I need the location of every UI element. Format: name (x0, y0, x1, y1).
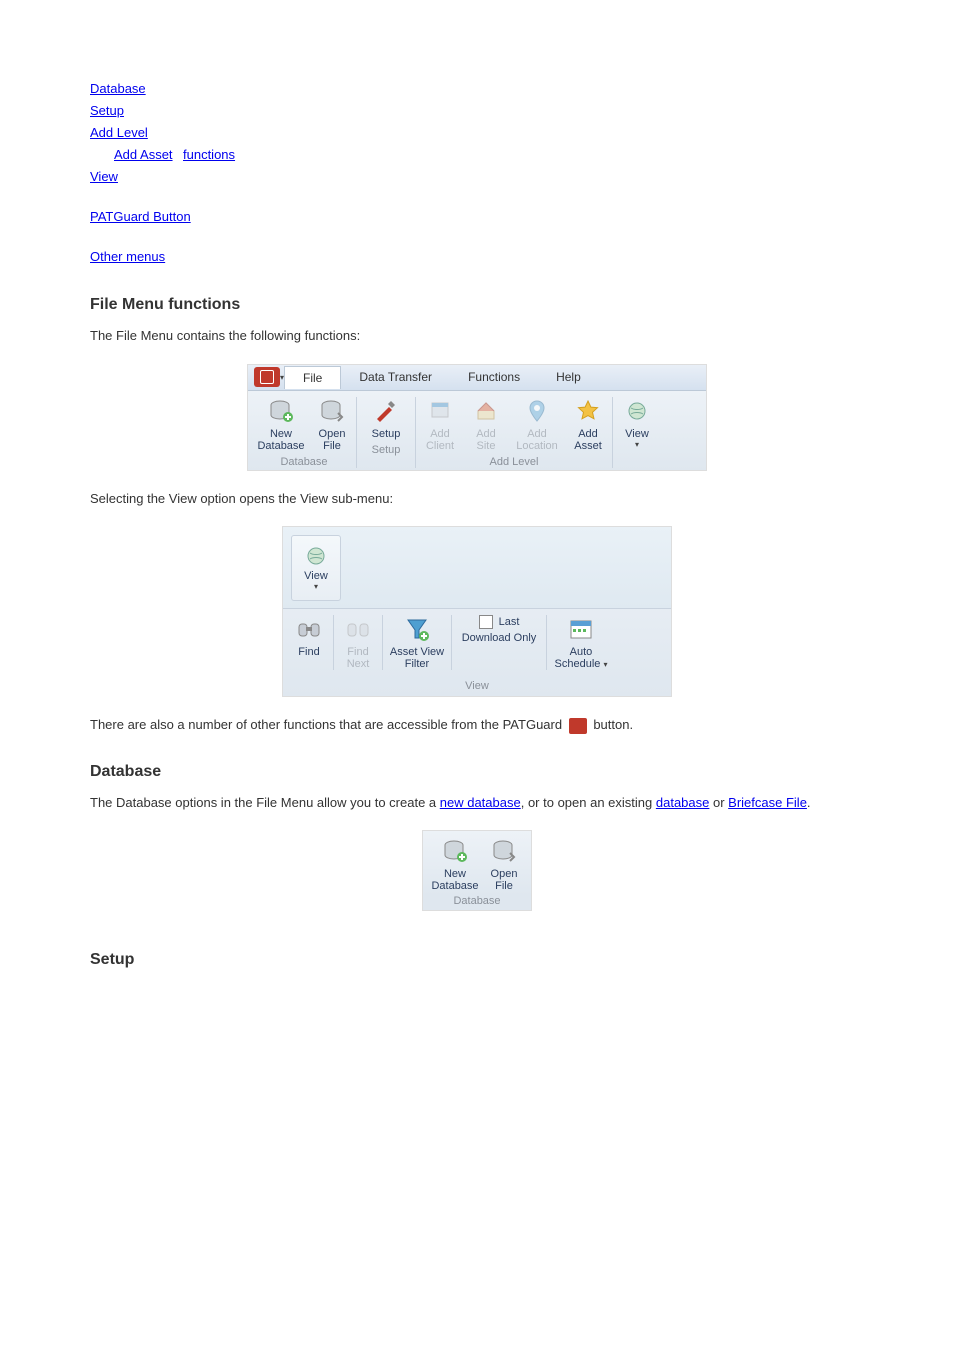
toc-link-patguard-button[interactable]: PATGuard Button (90, 209, 191, 224)
link-new-database[interactable]: new database (440, 795, 521, 810)
toc-link-database[interactable]: Database (90, 81, 146, 96)
view-button[interactable]: View ▾ (617, 397, 657, 449)
new-database-button[interactable]: New Database (256, 397, 306, 452)
location-pin-icon (522, 397, 552, 425)
binoculars-next-icon (343, 615, 373, 643)
tab-help[interactable]: Help (538, 366, 599, 389)
binoculars-icon (294, 615, 324, 643)
chevron-down-icon: ▾ (603, 660, 607, 669)
database-plus-icon (440, 837, 470, 865)
last-download-only-toggle[interactable]: Last Download Only (456, 615, 542, 670)
file-menu-functions-text: The File Menu contains the following fun… (90, 326, 864, 346)
database-group-label: Database (280, 456, 327, 468)
toc-link-other-menus[interactable]: Other menus (90, 249, 165, 264)
toc-list: Database Setup Add Level Add Asset funct… (90, 80, 864, 266)
ribbon-file-menu: ▾ File Data Transfer Functions Help (247, 364, 707, 471)
toc-link-setup[interactable]: Setup (90, 103, 124, 118)
setup-heading: Setup (90, 951, 864, 969)
checkbox-icon (479, 615, 493, 629)
tab-data-transfer[interactable]: Data Transfer (341, 366, 450, 389)
open-file-button-2[interactable]: Open File (484, 837, 524, 892)
database-heading: Database (90, 763, 864, 781)
database-open-icon (317, 397, 347, 425)
toc-link-view[interactable]: View (90, 169, 118, 184)
globe-icon (622, 397, 652, 425)
chevron-down-icon: ▾ (635, 440, 639, 449)
setup-group-label: Setup (372, 444, 401, 456)
database-open-icon (489, 837, 519, 865)
tab-file[interactable]: File (284, 366, 341, 389)
house-icon (471, 397, 501, 425)
toc-link-functions[interactable]: functions (183, 147, 235, 162)
database-para: The Database options in the File Menu al… (90, 793, 864, 813)
patguard-button-text: There are also a number of other functio… (90, 715, 864, 735)
view-expanded-button[interactable]: View ▾ (291, 535, 341, 601)
find-next-button[interactable]: Find Next (338, 615, 378, 670)
view-submenu-text: Selecting the View option opens the View… (90, 489, 864, 509)
funnel-plus-icon (402, 615, 432, 643)
client-icon (425, 397, 455, 425)
new-database-button-2[interactable]: New Database (430, 837, 480, 892)
toc-link-add-asset[interactable]: Add Asset (114, 147, 173, 162)
ribbon-database-group: New Database Open File Database (422, 830, 532, 910)
add-site-button[interactable]: Add Site (466, 397, 506, 452)
chevron-down-icon: ▾ (314, 582, 318, 591)
setup-button[interactable]: Setup (361, 397, 411, 440)
tab-functions[interactable]: Functions (450, 366, 538, 389)
globe-icon (306, 546, 326, 566)
database-plus-icon (266, 397, 296, 425)
calendar-icon (566, 615, 596, 643)
open-file-button[interactable]: Open File (312, 397, 352, 452)
add-level-group-label: Add Level (490, 456, 539, 468)
toc-link-add-level[interactable]: Add Level (90, 125, 148, 140)
link-briefcase-file[interactable]: Briefcase File (728, 795, 807, 810)
app-icon[interactable] (254, 367, 280, 387)
file-menu-functions-heading: File Menu functions (90, 296, 864, 314)
add-location-button[interactable]: Add Location (512, 397, 562, 452)
star-icon (573, 397, 603, 425)
asset-view-filter-button[interactable]: Asset View Filter (387, 615, 447, 670)
database-group-label-2: Database (423, 895, 531, 910)
auto-schedule-button[interactable]: Auto Schedule ▾ (551, 615, 611, 670)
tools-icon (371, 397, 401, 425)
ribbon-view-submenu: View ▾ Find (282, 526, 672, 697)
add-asset-button[interactable]: Add Asset (568, 397, 608, 452)
find-button[interactable]: Find (289, 615, 329, 670)
patguard-button-icon (569, 718, 587, 734)
link-database[interactable]: database (656, 795, 710, 810)
add-client-button[interactable]: Add Client (420, 397, 460, 452)
view-group-label: View (283, 680, 671, 696)
